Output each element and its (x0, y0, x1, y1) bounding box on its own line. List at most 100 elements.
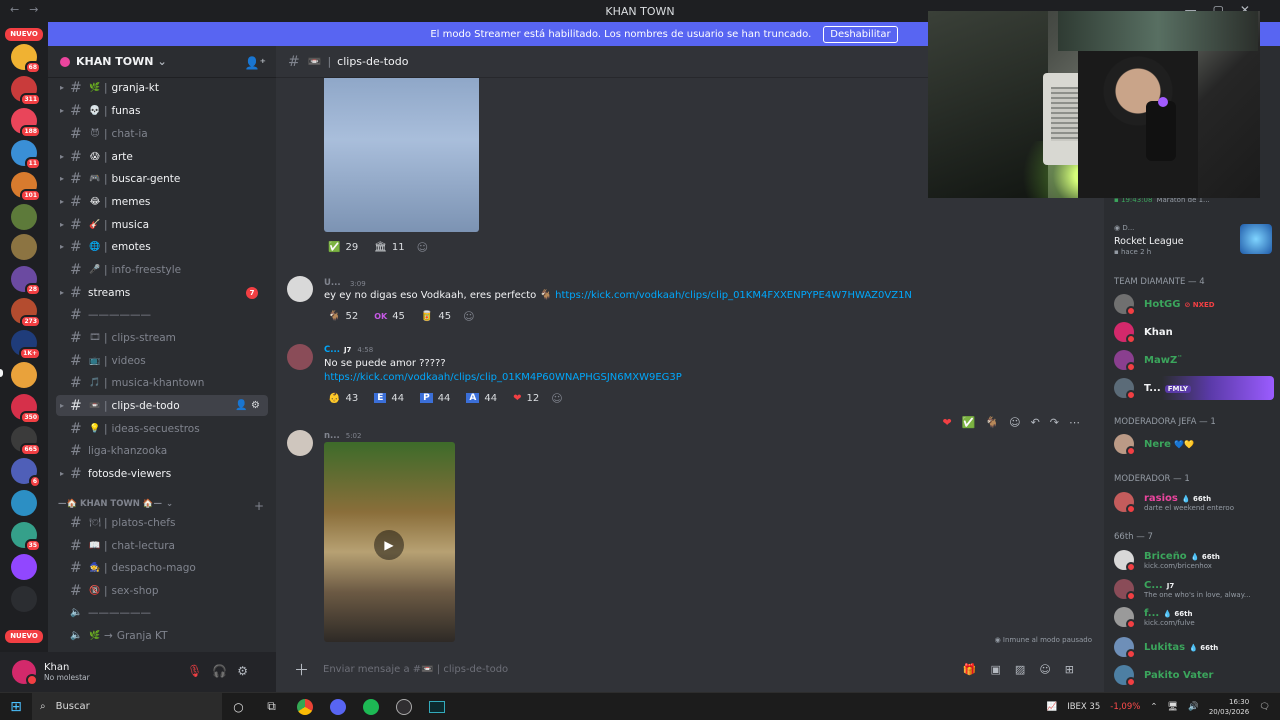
member-item[interactable]: f... 💧 66th kick.com/fulve (1114, 605, 1274, 629)
channel-streams[interactable]: ▸ # streams 7 (56, 282, 268, 303)
channel-chat-ia[interactable]: # 😈 | chat-ia (56, 123, 268, 144)
reaction[interactable]: ❤ 12 (509, 389, 543, 407)
voice-channel-granja-kt[interactable]: 🔈 🌿 → Granja KT (56, 625, 268, 646)
add-reaction-icon[interactable]: ☺ (1009, 416, 1020, 429)
server-icon[interactable]: 1K+ (11, 330, 41, 360)
avatar[interactable] (12, 660, 38, 686)
server-icon[interactable]: 350 (11, 394, 41, 424)
gear-icon[interactable]: ⚙ (237, 664, 258, 678)
notifications-icon[interactable]: 🗨 (1259, 702, 1270, 712)
channel-platos-chefs[interactable]: # 🍽 | platos-chefs (56, 512, 268, 533)
channel-videos[interactable]: # 📺 | videos (56, 350, 268, 371)
gif-icon[interactable]: ▣ (991, 663, 1015, 676)
member-item[interactable]: Briceño 💧 66th kick.com/bricenhox (1114, 548, 1274, 572)
author-name[interactable]: U... (324, 278, 341, 288)
windows-start-icon[interactable]: ⊞ (0, 699, 32, 715)
taskbar-search[interactable]: ⌕ Buscar (32, 692, 222, 720)
channel-funas[interactable]: ▸ # 💀 | funas (56, 100, 268, 121)
member-item[interactable]: MawZ¨ (1114, 348, 1274, 372)
server-icon[interactable]: 6 (11, 458, 41, 488)
chevron-up-icon[interactable]: ⌃ (1150, 702, 1157, 712)
reaction[interactable]: P 44 (416, 389, 454, 407)
server-header[interactable]: KHAN TOWN ⌄ 👤⁺ (48, 46, 276, 78)
video-attachment[interactable]: ▶ (324, 442, 455, 642)
reaction[interactable]: OK 45 (370, 307, 409, 325)
emoji-icon[interactable]: ☺ (1039, 663, 1064, 676)
member-item[interactable]: Lukitas 💧 66th (1114, 635, 1274, 659)
voice-channel-divider[interactable]: 🔈 —————— (56, 602, 268, 623)
disable-streamer-mode-button[interactable]: Deshabilitar (823, 25, 898, 43)
add-reaction-icon[interactable]: ☺ (417, 241, 428, 254)
channel-clips-stream[interactable]: # 🎞 | clips-stream (56, 327, 268, 348)
channel-arte[interactable]: ▸ # 😱 | arte (56, 146, 268, 167)
channel-info-freestyle[interactable]: # 🎤 | info-freestyle (56, 259, 268, 280)
more-icon[interactable]: ⋯ (1069, 416, 1080, 429)
channel-sex-shop[interactable]: # 🔞 | sex-shop (56, 580, 268, 601)
server-icon[interactable]: 273 (11, 298, 41, 328)
forward-icon[interactable]: ↷ (1050, 416, 1059, 429)
reaction[interactable]: 🏛 11 (370, 238, 408, 256)
channel-emotes[interactable]: ▸ # 🌐 | emotes (56, 236, 268, 257)
mic-muted-icon[interactable]: 🎙 (187, 664, 212, 678)
channel-ideas-secuestros[interactable]: # 💡 | ideas-secuestros (56, 418, 268, 439)
heart-reaction-icon[interactable]: ❤ (942, 416, 951, 429)
channel-liga-khanzooka[interactable]: # liga-khanzooka (56, 440, 268, 461)
server-icon[interactable]: 311 (11, 76, 41, 106)
channel-memes[interactable]: ▸ # 😂 | memes (56, 191, 268, 212)
server-icon[interactable] (11, 586, 37, 612)
server-icon[interactable]: 665 (11, 426, 41, 456)
upload-plus-icon[interactable]: ＋ (294, 659, 309, 680)
spotify-icon[interactable] (354, 693, 387, 720)
server-icon[interactable]: 11 (11, 140, 41, 170)
channel-granja-kt[interactable]: ▸ # 🌿 | granja-kt (56, 77, 268, 98)
add-reaction-icon[interactable]: ☺ (551, 392, 562, 405)
channel-clips-de-todo[interactable]: ▸ # 📼 | clips-de-todo 👤 ⚙ (56, 395, 268, 416)
server-icon[interactable] (11, 204, 37, 230)
reply-icon[interactable]: ↶ (1031, 416, 1040, 429)
category-khan-town[interactable]: —🏠 KHAN TOWN 🏠— ⌄ + (58, 499, 264, 513)
stock-ticker[interactable]: IBEX 35 (1067, 702, 1100, 712)
reaction[interactable]: 🐐 52 (324, 307, 362, 325)
channel-musica[interactable]: ▸ # 🎸 | musica (56, 214, 268, 235)
obs-icon[interactable] (387, 693, 420, 720)
member-item[interactable]: Khan (1114, 320, 1274, 344)
check-reaction-icon[interactable]: ✅ (962, 416, 976, 429)
nav-arrows[interactable]: ←→ (10, 3, 48, 16)
message-link[interactable]: https://kick.com/vodkaah/clips/clip_01KM… (324, 372, 682, 383)
member-item[interactable]: rasios 💧 66th darte el weekend enteroo (1114, 490, 1274, 514)
image-attachment[interactable] (324, 78, 479, 232)
terminal-icon[interactable] (420, 693, 453, 720)
channel-musica-khantown[interactable]: # 🎵 | musica-khantown (56, 372, 268, 393)
reaction[interactable]: ✅ 29 (324, 238, 362, 256)
member-item[interactable]: HotGG ⊘ NXED (1114, 292, 1274, 316)
invite-people-icon[interactable]: 👤⁺ (245, 56, 266, 70)
author-name[interactable]: C... (324, 345, 340, 355)
gift-icon[interactable]: 🎁 (963, 663, 991, 676)
goat-reaction-icon[interactable]: 🐐 (985, 416, 999, 429)
add-channel-icon[interactable]: + (254, 499, 264, 513)
message-link[interactable]: https://kick.com/vodkaah/clips/clip_01KM… (555, 290, 912, 301)
author-name[interactable]: n... (324, 431, 340, 441)
clock[interactable]: 16:30 20/03/2026 (1209, 697, 1249, 717)
channel-divider[interactable]: # —————— (56, 304, 268, 325)
twitch-server-icon[interactable] (11, 554, 37, 580)
channel-despacho-mago[interactable]: # 🧙 | despacho-mago (56, 557, 268, 578)
server-icon[interactable]: 35 (11, 522, 41, 552)
cortana-icon[interactable]: ○ (222, 693, 255, 720)
play-icon[interactable]: ▶ (374, 530, 404, 560)
message-input[interactable]: ＋ Enviar mensaje a #📼 | clips-de-todo 🎁▣… (288, 654, 1088, 684)
reaction[interactable]: 👶 43 (324, 389, 362, 407)
member-item[interactable]: T... FMLY (1114, 376, 1274, 400)
server-icon[interactable]: 28 (11, 266, 41, 296)
reaction[interactable]: E 44 (370, 389, 408, 407)
channel-buscar-gente[interactable]: ▸ # 🎮 | buscar-gente (56, 168, 268, 189)
apps-icon[interactable]: ⊞ (1065, 663, 1088, 676)
volume-icon[interactable]: 🔊 (1188, 702, 1199, 712)
headset-deafened-icon[interactable]: 🎧 (212, 664, 237, 678)
channel-fotosde-viewers[interactable]: ▸ # fotosde-viewers (56, 463, 268, 484)
server-icon[interactable]: 101 (11, 172, 41, 202)
server-icon[interactable]: 188 (11, 108, 41, 138)
member-item[interactable]: C... J7 The one who's in love, alway... (1114, 577, 1274, 601)
avatar[interactable] (287, 344, 313, 370)
channel-settings-icon[interactable]: 👤 ⚙ (235, 400, 260, 411)
